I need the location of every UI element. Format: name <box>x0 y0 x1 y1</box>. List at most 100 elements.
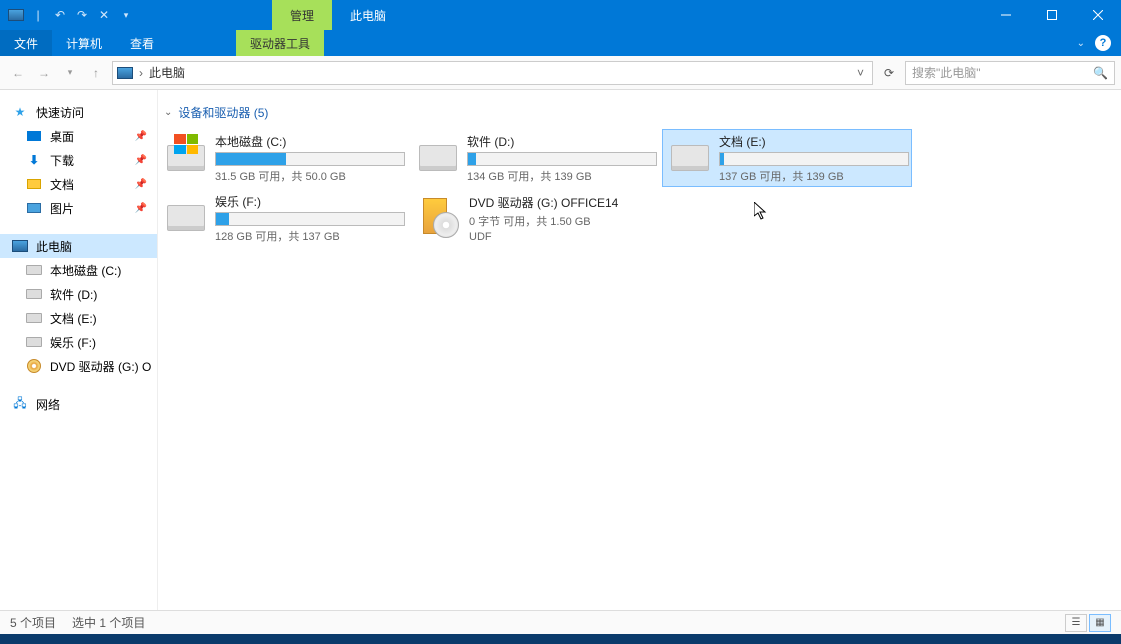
sidebar-item-label: 娱乐 (F:) <box>50 334 96 351</box>
pictures-icon <box>27 203 41 213</box>
drive-name: 本地磁盘 (C:) <box>215 133 405 150</box>
app-icon[interactable] <box>6 5 26 25</box>
window-controls <box>983 0 1121 30</box>
breadcrumb[interactable]: 此电脑 <box>149 64 847 81</box>
address-dropdown-icon[interactable]: ˅ <box>853 66 868 80</box>
sidebar-drive-c[interactable]: 本地磁盘 (C:) <box>0 258 157 282</box>
storage-bar <box>719 152 909 166</box>
drive-tools-tab[interactable]: 驱动器工具 <box>236 30 324 56</box>
refresh-button[interactable]: ⟳ <box>877 61 901 85</box>
drive-name: DVD 驱动器 (G:) OFFICE14 <box>469 194 651 211</box>
help-icon[interactable]: ? <box>1095 35 1111 51</box>
drive-icon <box>167 145 205 171</box>
drive-name: 娱乐 (F:) <box>215 193 405 210</box>
address-bar[interactable]: › 此电脑 ˅ <box>112 61 873 85</box>
back-button[interactable]: ← <box>6 61 30 85</box>
drive-icon <box>671 145 709 171</box>
close-button[interactable] <box>1075 0 1121 30</box>
disk-icon <box>26 337 42 347</box>
sidebar-desktop[interactable]: 桌面 📌 <box>0 124 157 148</box>
redo-icon[interactable]: ↷ <box>72 5 92 25</box>
content-pane: ⌄ 设备和驱动器 (5) 本地磁盘 (C:) 31.5 GB 可用，共 50.0… <box>158 90 1121 610</box>
disk-icon <box>26 265 42 275</box>
group-header-devices[interactable]: ⌄ 设备和驱动器 (5) <box>158 100 1111 129</box>
storage-bar <box>467 152 657 166</box>
sidebar-this-pc[interactable]: 此电脑 <box>0 234 157 258</box>
status-bar: 5 个项目 选中 1 个项目 ☰ ▦ <box>0 610 1121 634</box>
manage-tab[interactable]: 管理 <box>272 0 332 30</box>
qat-separator: | <box>28 5 48 25</box>
status-item-count: 5 个项目 <box>10 614 56 631</box>
delete-icon[interactable]: ✕ <box>94 5 114 25</box>
search-box[interactable]: 🔍 <box>905 61 1115 85</box>
drive-f[interactable]: 娱乐 (F:) 128 GB 可用，共 137 GB <box>158 189 408 247</box>
storage-bar <box>215 212 405 226</box>
folder-icon <box>27 179 41 189</box>
sidebar-drive-g[interactable]: DVD 驱动器 (G:) O <box>0 354 157 378</box>
disk-icon <box>26 289 42 299</box>
drive-filesystem: UDF <box>469 231 651 243</box>
drive-g[interactable]: DVD 驱动器 (G:) OFFICE14 0 字节 可用，共 1.50 GB … <box>410 189 660 247</box>
maximize-button[interactable] <box>1029 0 1075 30</box>
view-toggle: ☰ ▦ <box>1065 614 1111 632</box>
recent-dropdown[interactable]: ▾ <box>58 61 82 85</box>
close-icon <box>1093 10 1103 20</box>
sidebar-item-label: 下载 <box>50 152 74 169</box>
drive-e[interactable]: 文档 (E:) 137 GB 可用，共 139 GB <box>662 129 912 187</box>
desktop-icon <box>27 131 41 141</box>
disk-icon <box>26 313 42 323</box>
sidebar-item-label: 图片 <box>50 200 74 217</box>
sidebar-item-label: 本地磁盘 (C:) <box>50 262 121 279</box>
drive-status: 31.5 GB 可用，共 50.0 GB <box>215 168 405 184</box>
group-title: 设备和驱动器 (5) <box>178 104 268 121</box>
drive-name: 软件 (D:) <box>467 133 657 150</box>
sidebar-pictures[interactable]: 图片 📌 <box>0 196 157 220</box>
sidebar-item-label: 此电脑 <box>36 238 72 255</box>
dvd-icon <box>27 359 41 373</box>
drive-status: 137 GB 可用，共 139 GB <box>719 168 909 184</box>
minimize-icon <box>1001 10 1011 20</box>
monitor-icon <box>12 240 28 252</box>
sidebar-drive-f[interactable]: 娱乐 (F:) <box>0 330 157 354</box>
icons-view-button[interactable]: ▦ <box>1089 614 1111 632</box>
windows-logo-icon <box>174 134 198 154</box>
search-icon[interactable]: 🔍 <box>1093 66 1108 80</box>
file-tab[interactable]: 文件 <box>0 30 52 56</box>
status-selected-count: 选中 1 个项目 <box>72 614 145 631</box>
maximize-icon <box>1047 10 1057 20</box>
sidebar-quick-access[interactable]: ★ 快速访问 <box>0 100 157 124</box>
undo-icon[interactable]: ↶ <box>50 5 70 25</box>
drive-icon <box>167 205 205 231</box>
sidebar-drive-e[interactable]: 文档 (E:) <box>0 306 157 330</box>
ribbon-expand-icon[interactable]: ⌄ <box>1077 38 1085 49</box>
search-input[interactable] <box>912 66 1093 80</box>
sidebar-downloads[interactable]: ⬇ 下载 📌 <box>0 148 157 172</box>
dvd-drive-icon <box>419 198 459 238</box>
sidebar-documents[interactable]: 文档 📌 <box>0 172 157 196</box>
sidebar-item-label: 快速访问 <box>36 104 84 121</box>
view-tab[interactable]: 查看 <box>116 30 168 56</box>
taskbar <box>0 634 1121 644</box>
pin-icon: 📌 <box>135 155 147 166</box>
sidebar-item-label: 软件 (D:) <box>50 286 97 303</box>
sidebar-item-label: 文档 <box>50 176 74 193</box>
sidebar-drive-d[interactable]: 软件 (D:) <box>0 282 157 306</box>
chevron-down-icon: ⌄ <box>164 107 172 118</box>
quick-access-toolbar: | ↶ ↷ ✕ ▾ <box>0 0 142 30</box>
drive-d[interactable]: 软件 (D:) 134 GB 可用，共 139 GB <box>410 129 660 187</box>
drive-status: 134 GB 可用，共 139 GB <box>467 168 657 184</box>
storage-bar <box>215 152 405 166</box>
forward-button[interactable]: → <box>32 61 56 85</box>
sidebar-item-label: 桌面 <box>50 128 74 145</box>
up-button[interactable]: ↑ <box>84 61 108 85</box>
titlebar: | ↶ ↷ ✕ ▾ 管理 此电脑 <box>0 0 1121 30</box>
minimize-button[interactable] <box>983 0 1029 30</box>
details-view-button[interactable]: ☰ <box>1065 614 1087 632</box>
drive-c[interactable]: 本地磁盘 (C:) 31.5 GB 可用，共 50.0 GB <box>158 129 408 187</box>
sidebar-network[interactable]: 🖧 网络 <box>0 392 157 416</box>
sidebar-item-label: 文档 (E:) <box>50 310 97 327</box>
pin-icon: 📌 <box>135 131 147 142</box>
drive-icon <box>419 145 457 171</box>
computer-tab[interactable]: 计算机 <box>52 30 116 56</box>
qat-dropdown-icon[interactable]: ▾ <box>116 5 136 25</box>
